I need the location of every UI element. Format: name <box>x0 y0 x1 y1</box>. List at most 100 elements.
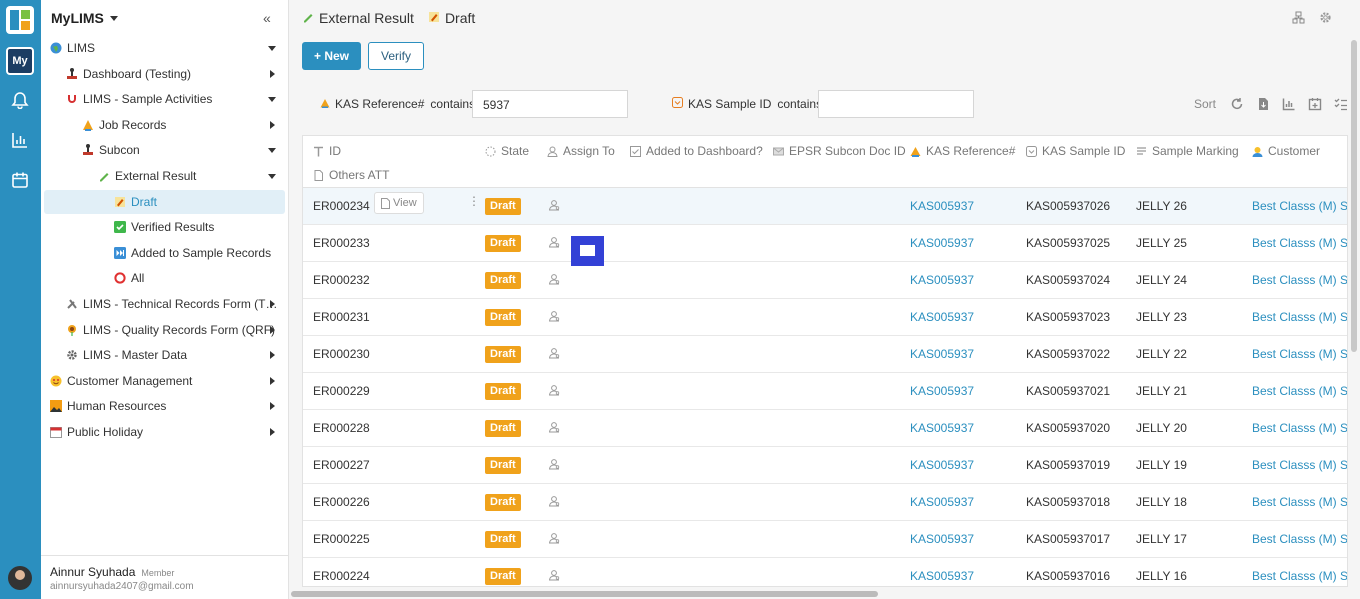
sidebar-item-subcon[interactable]: Subcon <box>44 138 285 162</box>
table-row[interactable]: ER000225 Draft KAS005937 KAS005937017 JELLY … <box>303 521 1347 558</box>
table-row[interactable]: ER000229 Draft KAS005937 KAS005937021 JELLY … <box>303 373 1347 410</box>
kas-reference-filter-input[interactable]: 5937 <box>472 90 628 118</box>
app-switcher[interactable]: MyLIMS <box>41 0 288 36</box>
record-id[interactable]: ER000231 <box>313 299 370 336</box>
sidebar-item-all[interactable]: All <box>44 266 285 290</box>
assignee-icon[interactable] <box>548 421 560 433</box>
customer-link[interactable]: Best Classs (M) Sd <box>1252 336 1347 373</box>
record-id[interactable]: ER000225 <box>313 521 370 558</box>
customer-link[interactable]: Best Classs (M) Sd <box>1252 410 1347 447</box>
kas-reference-link[interactable]: KAS005937 <box>910 484 974 521</box>
breadcrumb-external-result[interactable]: External Result <box>319 10 414 26</box>
record-id[interactable]: ER000227 <box>313 447 370 484</box>
column-others-att[interactable]: Others ATT <box>313 168 389 182</box>
sidebar-item-public-holiday[interactable]: Public Holiday <box>44 420 285 444</box>
record-id[interactable]: ER000229 <box>313 373 370 410</box>
column-added-to-dashboard[interactable]: Added to Dashboard? <box>630 144 763 158</box>
mylims-app-icon[interactable]: My <box>6 47 34 75</box>
kas-reference-link[interactable]: KAS005937 <box>910 188 974 225</box>
sidebar-item-draft[interactable]: Draft <box>44 190 285 214</box>
sidebar-item-job-records[interactable]: Job Records <box>44 113 285 137</box>
kas-reference-link[interactable]: KAS005937 <box>910 410 974 447</box>
assignee-icon[interactable] <box>548 384 560 396</box>
assignee-icon[interactable] <box>548 347 560 359</box>
new-button[interactable]: + New <box>302 42 361 70</box>
column-customer[interactable]: Customer <box>1252 144 1320 158</box>
customer-link[interactable]: Best Classs (M) Sd <box>1252 447 1347 484</box>
kas-reference-link[interactable]: KAS005937 <box>910 262 974 299</box>
sidebar-item-sample-activities[interactable]: LIMS - Sample Activities <box>44 87 285 111</box>
sidebar-item-lims[interactable]: LIMS <box>44 36 285 60</box>
more-options-icon[interactable]: ⋮ <box>468 188 480 214</box>
column-state[interactable]: State <box>485 144 529 158</box>
refresh-icon[interactable] <box>1230 97 1244 111</box>
sidebar-item-customer-management[interactable]: Customer Management <box>44 369 285 393</box>
column-kas-sample-id[interactable]: KAS Sample ID <box>1026 144 1125 158</box>
kas-reference-link[interactable]: KAS005937 <box>910 558 974 586</box>
record-id[interactable]: ER000224 <box>313 558 370 586</box>
calendar-icon[interactable] <box>11 171 29 189</box>
record-id[interactable]: ER000234 <box>313 188 370 225</box>
kas-reference-link[interactable]: KAS005937 <box>910 225 974 262</box>
app-logo-icon[interactable] <box>6 6 34 34</box>
assignee-icon[interactable] <box>548 532 560 544</box>
table-row[interactable]: ER000232 Draft KAS005937 KAS005937024 JELLY … <box>303 262 1347 299</box>
assignee-icon[interactable] <box>548 236 560 248</box>
assignee-icon[interactable] <box>548 495 560 507</box>
sidebar-item-external-result[interactable]: External Result <box>44 164 285 188</box>
horizontal-scrollbar[interactable] <box>289 588 1360 599</box>
customer-link[interactable]: Best Classs (M) Sd <box>1252 521 1347 558</box>
assignee-icon[interactable] <box>548 569 560 581</box>
record-id[interactable]: ER000233 <box>313 225 370 262</box>
bell-icon[interactable] <box>11 91 29 109</box>
filter-operator[interactable]: contains <box>430 97 475 111</box>
table-row[interactable]: ER000224 Draft KAS005937 KAS005937016 JELLY … <box>303 558 1347 586</box>
table-row[interactable]: ER000228 Draft KAS005937 KAS005937020 JELLY … <box>303 410 1347 447</box>
customer-link[interactable]: Best Classs (M) Sd <box>1252 558 1347 586</box>
chart-icon[interactable] <box>11 131 29 149</box>
record-id[interactable]: ER000232 <box>313 262 370 299</box>
sidebar-item-quality-records[interactable]: LIMS - Quality Records Form (QRF) <box>44 318 285 342</box>
sidebar-item-technical-records[interactable]: LIMS - Technical Records Form (T… <box>44 292 285 316</box>
collapse-sidebar-icon[interactable]: « <box>263 10 271 26</box>
column-epsr-subcon-doc-id[interactable]: EPSR Subcon Doc ID <box>773 144 906 158</box>
sort-button[interactable]: Sort <box>1194 97 1216 111</box>
kas-reference-link[interactable]: KAS005937 <box>910 336 974 373</box>
hierarchy-icon[interactable] <box>1292 11 1305 24</box>
kas-reference-link[interactable]: KAS005937 <box>910 447 974 484</box>
column-assign-to[interactable]: Assign To <box>547 144 615 158</box>
verify-button[interactable]: Verify <box>368 42 424 70</box>
customer-link[interactable]: Best Classs (M) Sd <box>1252 299 1347 336</box>
avatar[interactable] <box>8 566 32 590</box>
kas-reference-link[interactable]: KAS005937 <box>910 299 974 336</box>
checklist-icon[interactable] <box>1334 97 1348 111</box>
table-row[interactable]: ER000230 Draft KAS005937 KAS005937022 JELLY … <box>303 336 1347 373</box>
table-row[interactable]: ER000231 Draft KAS005937 KAS005937023 JELLY … <box>303 299 1347 336</box>
sidebar-item-added-to-sample-records[interactable]: Added to Sample Records <box>44 241 285 265</box>
kas-sample-id-filter-input[interactable] <box>818 90 974 118</box>
sidebar-item-dashboard-testing[interactable]: Dashboard (Testing) <box>44 62 285 86</box>
customer-link[interactable]: Best Classs (M) Sd <box>1252 188 1347 225</box>
report-chart-icon[interactable] <box>1282 97 1296 111</box>
vertical-scrollbar[interactable] <box>1351 40 1357 352</box>
record-id[interactable]: ER000226 <box>313 484 370 521</box>
customer-link[interactable]: Best Classs (M) Sd <box>1252 373 1347 410</box>
table-row[interactable]: ER000226 Draft KAS005937 KAS005937018 JELLY … <box>303 484 1347 521</box>
assignee-icon[interactable] <box>548 199 560 211</box>
kas-reference-link[interactable]: KAS005937 <box>910 521 974 558</box>
record-id[interactable]: ER000228 <box>313 410 370 447</box>
column-kas-reference[interactable]: KAS Reference# <box>910 144 1015 158</box>
assignee-icon[interactable] <box>548 273 560 285</box>
table-row[interactable]: ER000227 Draft KAS005937 KAS005937019 JELLY … <box>303 447 1347 484</box>
export-file-icon[interactable] <box>1256 97 1270 111</box>
customer-link[interactable]: Best Classs (M) Sd <box>1252 262 1347 299</box>
customer-link[interactable]: Best Classs (M) Sd <box>1252 484 1347 521</box>
assignee-icon[interactable] <box>548 310 560 322</box>
sidebar-item-verified-results[interactable]: Verified Results <box>44 215 285 239</box>
kas-reference-link[interactable]: KAS005937 <box>910 373 974 410</box>
record-id[interactable]: ER000230 <box>313 336 370 373</box>
column-sample-marking[interactable]: Sample Marking <box>1136 144 1239 158</box>
table-row[interactable]: ER000234 View ⋮ Draft KAS005937 KAS005937026 J… <box>303 188 1347 225</box>
settings-gear-icon[interactable] <box>1319 11 1332 24</box>
view-button[interactable]: View <box>374 192 424 214</box>
